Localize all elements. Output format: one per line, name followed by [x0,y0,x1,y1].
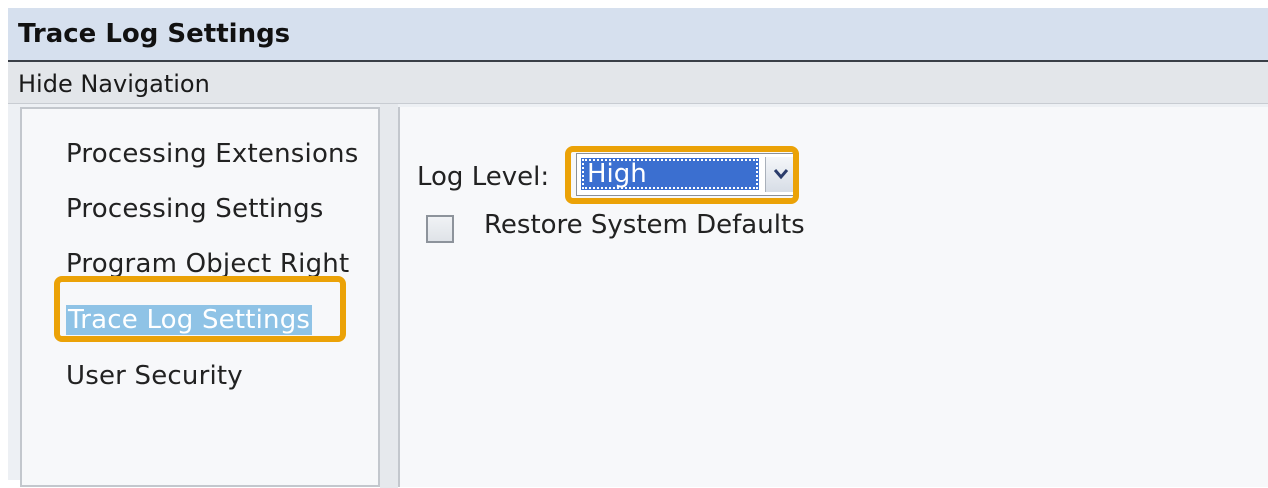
panel-splitter[interactable] [380,104,398,488]
hide-navigation-link[interactable]: Hide Navigation [18,70,210,98]
nav-item-user-security[interactable]: User Security [66,361,243,391]
nav-item-processing-extensions[interactable]: Processing Extensions [66,139,359,169]
nav-item-trace-log-settings[interactable]: Trace Log Settings [66,305,313,335]
trace-log-settings-window: Trace Log Settings Hide Navigation Proce… [8,8,1268,488]
log-level-dropdown-button[interactable] [765,157,795,192]
log-level-select[interactable]: High [576,153,799,196]
chevron-down-icon [773,169,789,180]
navigation-panel: Processing Extensions Processing Setting… [20,107,380,487]
nav-item-processing-settings[interactable]: Processing Settings [66,194,324,224]
restore-defaults-checkbox[interactable] [426,215,454,243]
log-level-label: Log Level: [417,162,550,192]
title-bar: Trace Log Settings [8,8,1268,62]
hide-navigation-bar[interactable]: Hide Navigation [8,62,1268,104]
log-level-selected-value[interactable]: High [581,158,759,190]
restore-defaults-label[interactable]: Restore System Defaults [484,210,805,240]
page-title: Trace Log Settings [18,19,291,49]
nav-item-program-object-right[interactable]: Program Object Right [66,249,349,279]
